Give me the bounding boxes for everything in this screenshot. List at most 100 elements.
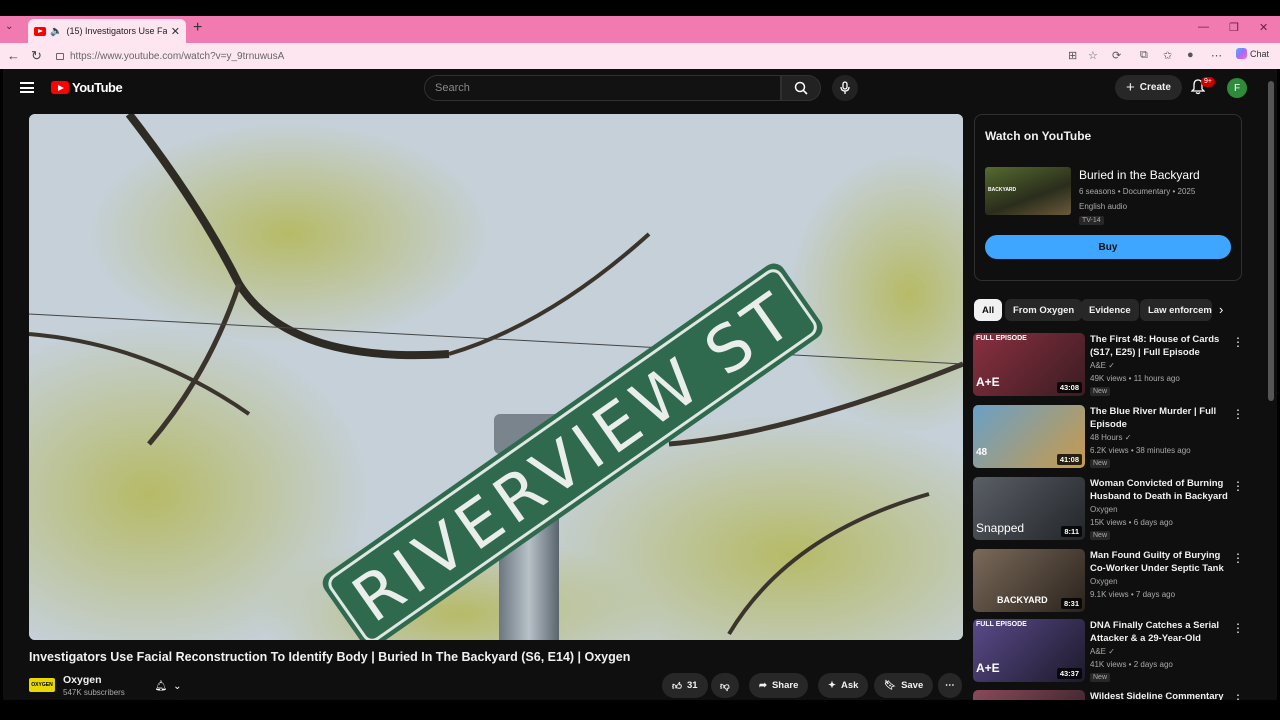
video-title[interactable]: The Blue River Murder | Full Episode <box>1090 405 1230 431</box>
microphone-icon <box>840 81 850 94</box>
channel-name[interactable]: A&E ✓ <box>1090 647 1115 656</box>
bell-icon: 🔔︎ <box>154 680 168 692</box>
watch-on-youtube-panel: Watch on YouTube BACKYARD Buried in the … <box>974 114 1242 281</box>
buy-button[interactable]: Buy <box>985 235 1231 259</box>
chevron-right-icon[interactable]: › <box>1219 302 1223 317</box>
video-title[interactable]: Wildest Sideline Commentary <box>1090 690 1230 700</box>
video-title[interactable]: DNA Finally Catches a Serial Attacker & … <box>1090 619 1230 645</box>
show-meta: 6 seasons • Documentary • 2025 <box>1079 187 1196 196</box>
hamburger-menu-icon[interactable] <box>20 82 34 93</box>
ask-button[interactable]: ✦ Ask <box>818 673 869 698</box>
create-label: Create <box>1139 82 1171 93</box>
chip-evidence[interactable]: Evidence <box>1081 299 1139 321</box>
refresh-extension-icon[interactable]: ⟳ <box>1112 49 1121 62</box>
dislike-button[interactable]: 👎︎ <box>711 673 739 698</box>
url-field[interactable]: https://www.youtube.com/watch?v=y_9trnuw… <box>50 46 1090 66</box>
video-thumbnail[interactable]: FULL EPISODE A+E 43:37 <box>973 619 1085 682</box>
video-title[interactable]: Woman Convicted of Burning Husband to De… <box>1090 477 1230 503</box>
list-item[interactable]: Snapped 8:11 Woman Convicted of Burning … <box>973 477 1244 543</box>
list-item[interactable]: Wildest Sideline Commentary ⋮ <box>973 690 1243 700</box>
copilot-chat-button[interactable]: Chat <box>1236 48 1269 59</box>
page-scrollbar[interactable] <box>1268 81 1274 698</box>
video-duration: 43:08 <box>1056 382 1082 393</box>
more-actions-button[interactable]: ⋯ <box>938 673 962 698</box>
show-thumbnail[interactable]: BACKYARD <box>985 167 1071 215</box>
more-menu-icon[interactable]: ⋯ <box>1211 49 1222 62</box>
window-close-icon[interactable]: ✕ <box>1259 21 1268 34</box>
app-available-icon[interactable]: ⊞ <box>1068 49 1077 62</box>
thumbnail-logo-text: 48 <box>976 447 988 458</box>
reload-icon[interactable]: ↻ <box>31 48 42 64</box>
minimize-icon[interactable]: — <box>1198 21 1209 33</box>
thumbs-up-icon: 👍︎ <box>672 680 682 692</box>
search-input[interactable] <box>435 82 780 94</box>
video-player[interactable]: RIVERVIEW ST <box>29 114 963 640</box>
ask-label: Ask <box>840 680 859 691</box>
list-item[interactable]: BACKYARD 8:31 Man Found Guilty of Buryin… <box>973 549 1244 615</box>
list-item[interactable]: 48 41:08 The Blue River Murder | Full Ep… <box>973 405 1244 471</box>
chevron-down-icon: ⌄ <box>173 680 182 692</box>
like-button[interactable]: 👍︎ 31 <box>662 673 708 698</box>
list-item[interactable]: FULL EPISODE A+E 43:08 The First 48: Hou… <box>973 333 1244 399</box>
video-duration: 41:08 <box>1056 454 1082 465</box>
new-tab-plus-icon[interactable]: + <box>193 19 202 37</box>
screen: ⌄ 🔈 (15) Investigators Use Facial R ✕ + … <box>0 0 1280 720</box>
back-arrow-icon[interactable]: ← <box>7 48 20 63</box>
youtube-logo[interactable]: YouTube <box>51 80 123 95</box>
channel-name[interactable]: Oxygen <box>63 674 102 686</box>
more-vertical-icon[interactable]: ⋮ <box>1232 479 1244 493</box>
video-thumbnail[interactable] <box>973 690 1085 700</box>
chip-from-oxygen[interactable]: From Oxygen <box>1005 299 1083 321</box>
create-button[interactable]: + Create <box>1115 75 1182 100</box>
list-item[interactable]: FULL EPISODE A+E 43:37 DNA Finally Catch… <box>973 619 1244 685</box>
browser-tab-active[interactable]: 🔈 (15) Investigators Use Facial R ✕ <box>28 19 186 43</box>
search-button[interactable] <box>781 75 821 101</box>
video-thumbnail[interactable]: Snapped 8:11 <box>973 477 1085 540</box>
voice-search-button[interactable] <box>832 75 858 101</box>
sparkle-icon: ✦ <box>828 680 836 691</box>
more-vertical-icon[interactable]: ⋮ <box>1232 335 1244 349</box>
video-thumbnail[interactable]: BACKYARD 8:31 <box>973 549 1085 612</box>
more-vertical-icon[interactable]: ⋮ <box>1232 692 1243 700</box>
tab-close-icon[interactable]: ✕ <box>171 25 180 38</box>
search-box[interactable] <box>424 75 781 101</box>
thumbnail-overlay-text: FULL EPISODE <box>976 621 1027 628</box>
share-button[interactable]: ➦ Share <box>749 673 809 698</box>
tab-list-chevron-icon[interactable]: ⌄ <box>5 21 13 32</box>
profile-icon[interactable]: ● <box>1187 49 1194 61</box>
account-avatar[interactable]: F <box>1227 78 1247 98</box>
more-vertical-icon[interactable]: ⋮ <box>1232 407 1244 421</box>
channel-name-text: A&E <box>1090 361 1107 370</box>
video-title[interactable]: The First 48: House of Cards (S17, E25) … <box>1090 333 1230 359</box>
scrollbar-thumb[interactable] <box>1268 81 1274 401</box>
thumbnail-logo-text: Snapped <box>976 521 1025 535</box>
new-badge: New <box>1090 531 1111 540</box>
favorite-star-icon[interactable]: ☆ <box>1088 49 1098 62</box>
channel-avatar[interactable]: OXYGEN <box>29 678 55 692</box>
video-thumbnail[interactable]: 48 41:08 <box>973 405 1085 468</box>
chip-law-enforcement[interactable]: Law enforcem <box>1140 299 1212 321</box>
video-title[interactable]: Man Found Guilty of Burying Co-Worker Un… <box>1090 549 1230 575</box>
chip-all[interactable]: All <box>974 299 1003 321</box>
show-title[interactable]: Buried in the Backyard <box>1079 168 1200 182</box>
video-thumbnail[interactable]: FULL EPISODE A+E 43:08 <box>973 333 1085 396</box>
youtube-page: YouTube + Create 9+ F <box>3 69 1277 700</box>
video-duration: 8:31 <box>1060 598 1082 609</box>
show-thumbnail-text: BACKYARD <box>988 187 1017 193</box>
subscriber-count: 547K subscribers <box>63 688 125 697</box>
more-vertical-icon[interactable]: ⋮ <box>1232 621 1244 635</box>
subscription-notification-button[interactable]: 🔔︎ ⌄ <box>143 673 193 699</box>
maximize-icon[interactable]: ❐ <box>1229 21 1239 34</box>
more-vertical-icon[interactable]: ⋮ <box>1232 551 1244 565</box>
channel-name[interactable]: Oxygen <box>1090 505 1118 514</box>
speaker-icon[interactable]: 🔈 <box>50 26 62 37</box>
bottom-letterbox <box>0 700 1280 720</box>
site-info-icon[interactable] <box>56 52 64 60</box>
channel-name[interactable]: A&E ✓ <box>1090 361 1115 370</box>
save-button[interactable]: 🔖︎ Save <box>874 673 934 698</box>
channel-name[interactable]: Oxygen <box>1090 577 1118 586</box>
channel-name[interactable]: 48 Hours ✓ <box>1090 433 1131 442</box>
favorites-icon[interactable]: ✩ <box>1163 49 1172 62</box>
video-stats: 15K views • 6 days ago <box>1090 518 1173 527</box>
extensions-icon[interactable]: ⧉ <box>1140 49 1148 62</box>
